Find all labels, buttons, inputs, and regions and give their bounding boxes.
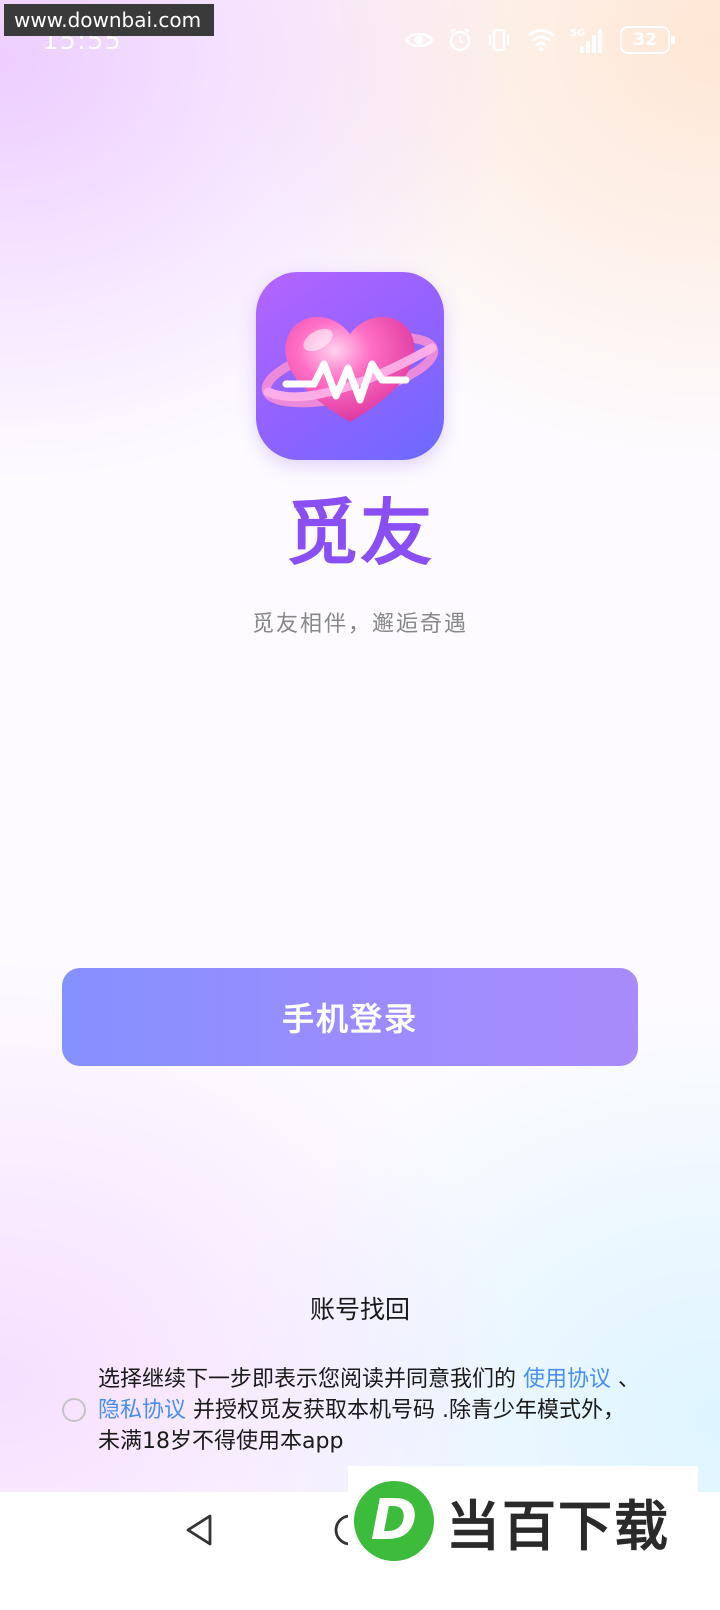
app-slogan: 觅友相伴，邂逅奇遇	[251, 612, 468, 637]
vibrate-icon	[488, 28, 510, 52]
eye-icon	[404, 32, 434, 48]
agreement-separator: 、	[611, 1367, 641, 1392]
wifi-icon	[527, 29, 555, 52]
status-icons: 5G 32	[404, 24, 675, 56]
agreement-text: 选择继续下一步即表示您阅读并同意我们的 使用协议 、 隐私协议 并授权觅友获取本…	[98, 1364, 646, 1457]
watermark-text: 当百下载	[446, 1494, 670, 1558]
svg-text:5G: 5G	[570, 28, 585, 39]
agreement-checkbox[interactable]	[62, 1398, 86, 1422]
watermark-d-icon: D	[354, 1481, 434, 1561]
signal-5g-icon: 5G	[570, 28, 602, 53]
back-icon[interactable]	[182, 1512, 218, 1548]
agreement-prefix: 选择继续下一步即表示您阅读并同意我们的	[98, 1367, 523, 1392]
terms-of-use-link[interactable]: 使用协议	[523, 1367, 611, 1392]
battery-icon: 32	[620, 26, 675, 54]
watermark-url: www.downbai.com	[4, 4, 214, 36]
privacy-policy-link[interactable]: 隐私协议	[98, 1398, 186, 1423]
phone-login-button[interactable]: 手机登录	[62, 968, 638, 1066]
account-recovery-link[interactable]: 账号找回	[0, 1290, 720, 1326]
watermark-logo: D 当百下载	[348, 1466, 698, 1576]
alarm-icon	[449, 28, 471, 52]
battery-level: 32	[633, 30, 657, 50]
app-logo-icon	[256, 272, 444, 460]
app-name: 觅友	[285, 491, 434, 575]
